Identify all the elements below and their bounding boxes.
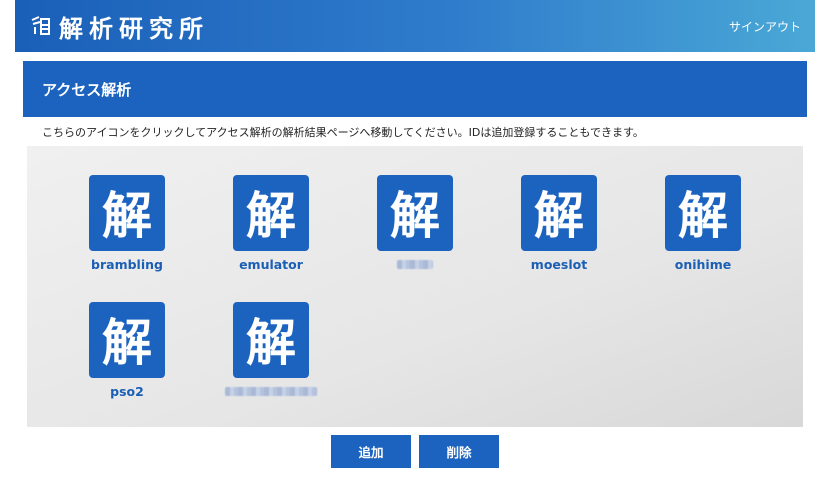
analysis-app-icon[interactable]: 解 [89, 302, 165, 378]
site-item-moeslot[interactable]: 解 moeslot [499, 175, 619, 273]
section-header: アクセス解析 [23, 61, 807, 117]
svg-text:解: 解 [678, 187, 728, 243]
site-item-brambling[interactable]: 解 brambling [67, 175, 187, 273]
site-item-onihime[interactable]: 解 onihime [643, 175, 763, 273]
kai-glyph-icon: 解 [246, 314, 296, 370]
site-name[interactable]: onihime [675, 257, 731, 273]
analysis-app-icon[interactable]: 解 [233, 175, 309, 251]
add-button[interactable]: 追加 [331, 435, 411, 468]
top-bar: 解析研究所 サインアウト [15, 0, 815, 52]
site-item-pso2[interactable]: 解 pso2 [67, 302, 187, 400]
site-name[interactable]: emulator [239, 257, 303, 273]
analysis-app-icon[interactable]: 解 [665, 175, 741, 251]
page-title: アクセス解析 [42, 80, 132, 99]
kai-glyph-icon: 解 [246, 187, 296, 243]
site-logo[interactable]: 解析研究所 [29, 9, 209, 44]
svg-text:解: 解 [246, 314, 296, 370]
svg-text:解: 解 [246, 187, 296, 243]
analysis-app-icon[interactable]: 解 [521, 175, 597, 251]
logo-mark-icon [31, 16, 50, 35]
description-text: こちらのアイコンをクリックしてアクセス解析の解析結果ページへ移動してください。I… [42, 126, 644, 139]
svg-text:解: 解 [102, 314, 152, 370]
signout-link[interactable]: サインアウト [729, 18, 801, 35]
kai-glyph-icon: 解 [678, 187, 728, 243]
analysis-app-icon[interactable]: 解 [233, 302, 309, 378]
site-grid: 解 brambling 解 emulator 解 解 moeslot 解 oni… [27, 146, 803, 427]
kai-glyph-icon: 解 [102, 314, 152, 370]
redacted-site-name[interactable] [397, 260, 433, 269]
site-name[interactable]: brambling [91, 257, 163, 273]
site-item-redacted[interactable]: 解 [355, 175, 475, 269]
svg-text:解: 解 [534, 187, 584, 243]
site-item-redacted[interactable]: 解 [211, 302, 331, 396]
site-name[interactable]: moeslot [531, 257, 587, 273]
analysis-app-icon[interactable]: 解 [377, 175, 453, 251]
kai-glyph-icon: 解 [102, 187, 152, 243]
site-name[interactable]: pso2 [110, 384, 144, 400]
analysis-app-icon[interactable]: 解 [89, 175, 165, 251]
kai-glyph-icon: 解 [534, 187, 584, 243]
logo-text: 解析研究所 [59, 14, 209, 43]
delete-button[interactable]: 削除 [419, 435, 499, 468]
svg-text:解: 解 [390, 187, 440, 243]
svg-text:解: 解 [102, 187, 152, 243]
site-item-emulator[interactable]: 解 emulator [211, 175, 331, 273]
redacted-site-name[interactable] [225, 387, 317, 396]
kai-glyph-icon: 解 [390, 187, 440, 243]
